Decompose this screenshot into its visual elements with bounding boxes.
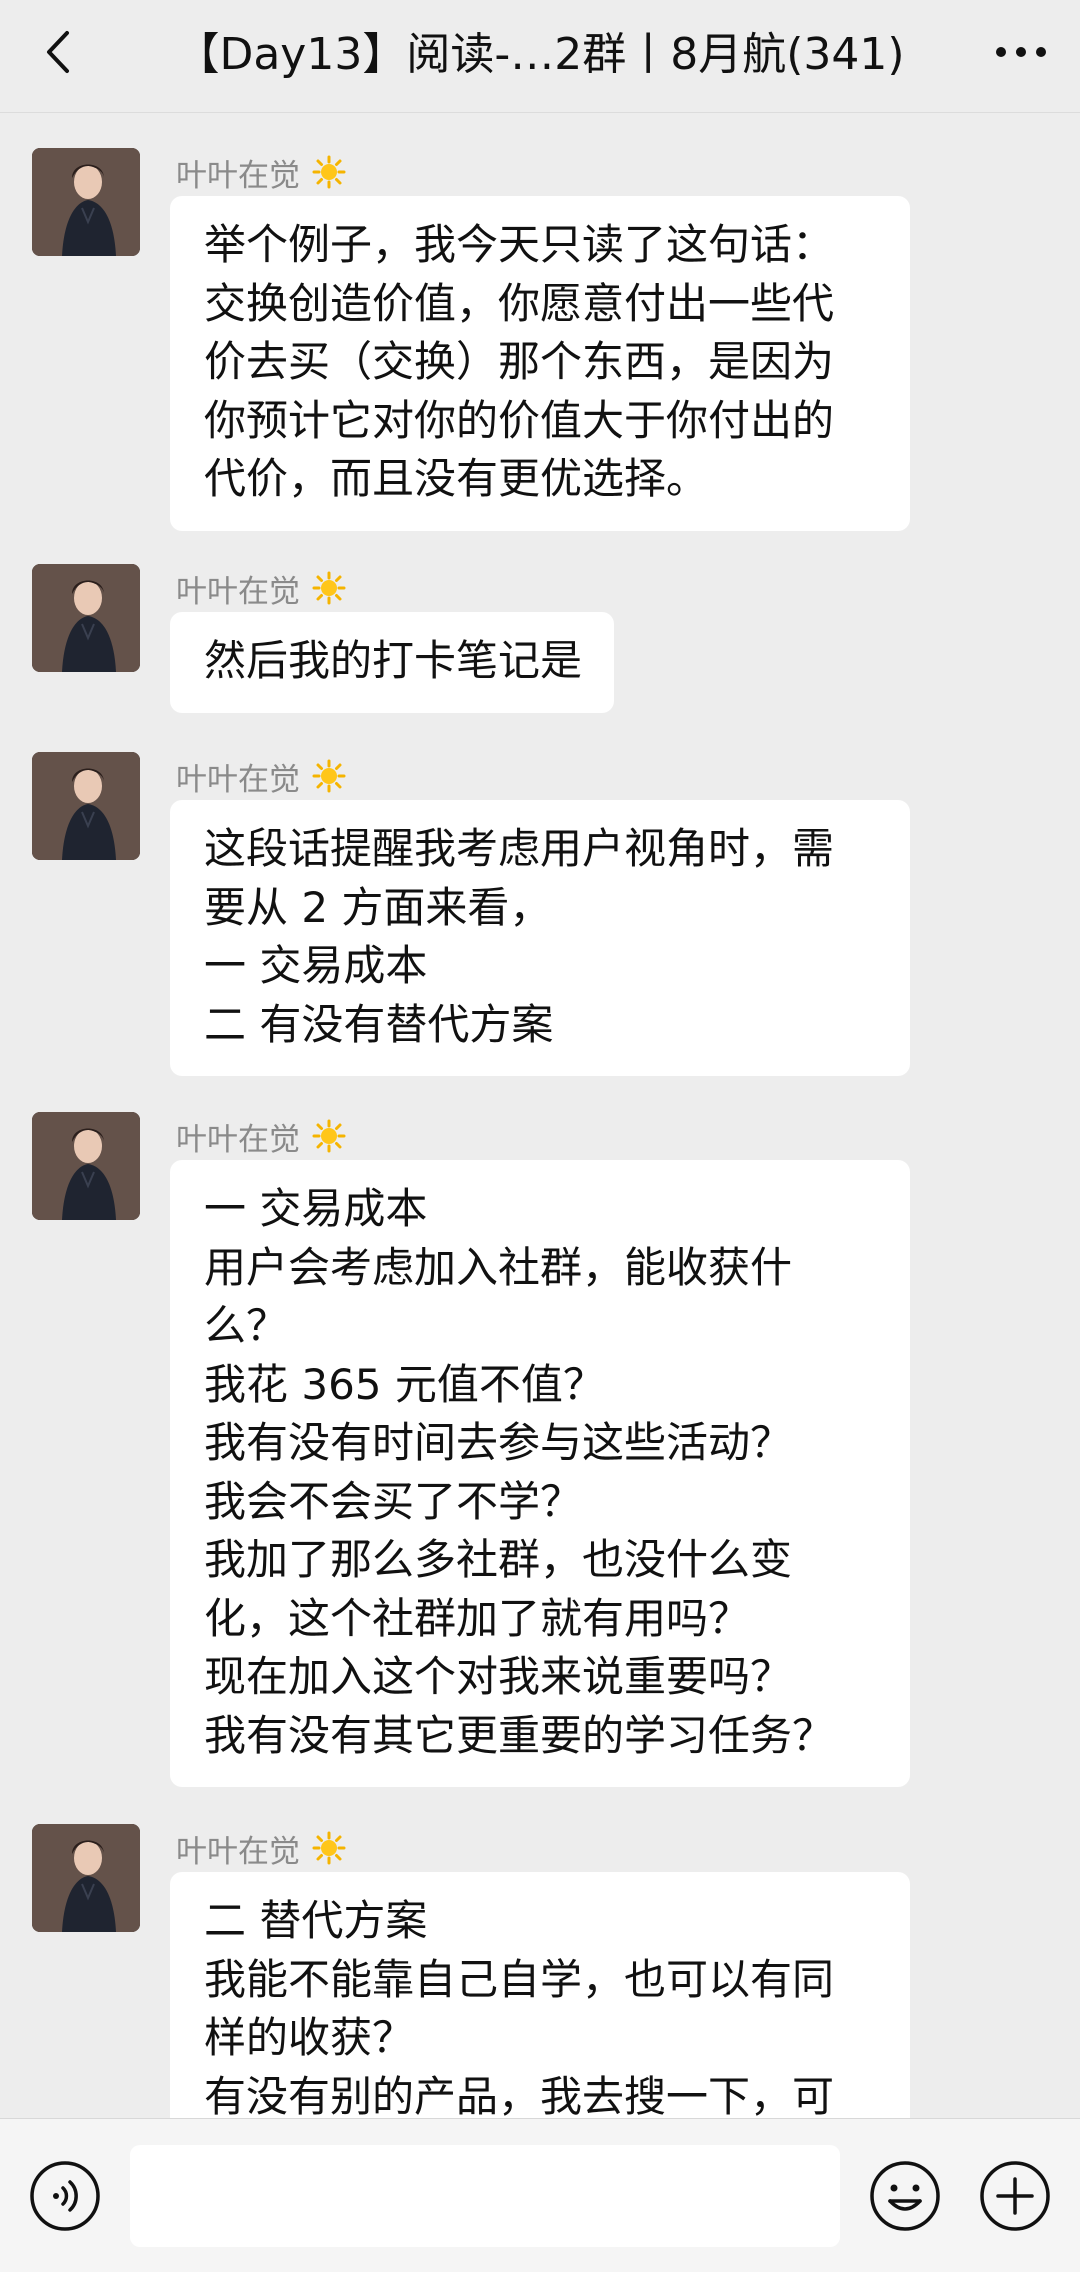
sender-name: 叶叶在觉 xyxy=(176,150,346,194)
emoji-button[interactable] xyxy=(868,2159,942,2233)
sender-label: 叶叶在觉 xyxy=(176,1833,300,1870)
sun-emoji-icon xyxy=(312,571,346,605)
avatar-image xyxy=(32,148,140,256)
avatar[interactable] xyxy=(32,1112,140,1220)
chat-header: 【Day13】阅读-…2群丨8月航(341) xyxy=(0,0,1080,113)
back-button[interactable] xyxy=(28,22,88,82)
message-bubble[interactable]: 二 替代方案 我能不能靠自己自学，也可以有同 样的收获？ 有没有别的产品，我去搜… xyxy=(170,1872,910,2118)
chat-title: 【Day13】阅读-…2群丨8月航(341) xyxy=(175,29,905,80)
message-bubble[interactable]: 然后我的打卡笔记是 xyxy=(170,612,615,713)
voice-input-button[interactable] xyxy=(28,2159,102,2233)
message-bubble[interactable]: 一 交易成本 用户会考虑加入社群，能收获什 么？ 我花 365 元值不值？ 我有… xyxy=(170,1160,910,1787)
emoji-icon xyxy=(870,2161,940,2231)
sender-label: 叶叶在觉 xyxy=(176,1121,300,1158)
message-input[interactable] xyxy=(130,2145,840,2247)
sun-emoji-icon xyxy=(312,1119,346,1153)
avatar[interactable] xyxy=(32,148,140,256)
sender-name: 叶叶在觉 xyxy=(176,1114,346,1158)
sender-name: 叶叶在觉 xyxy=(176,1826,346,1870)
avatar[interactable] xyxy=(32,564,140,672)
back-arrow-icon xyxy=(47,31,69,73)
sun-emoji-icon xyxy=(312,1831,346,1865)
more-dots-icon xyxy=(996,47,1046,57)
chat-screen: 【Day13】阅读-…2群丨8月航(341) 叶叶在觉 举个例子，我今天只读了这… xyxy=(0,0,1080,2272)
message-list[interactable]: 叶叶在觉 举个例子，我今天只读了这句话： 交换创造价值，你愿意付出一些代 价去买… xyxy=(0,112,1080,2118)
sun-emoji-icon xyxy=(312,759,346,793)
avatar[interactable] xyxy=(32,1824,140,1932)
sender-name: 叶叶在觉 xyxy=(176,566,346,610)
plus-icon xyxy=(980,2161,1050,2231)
sender-name: 叶叶在觉 xyxy=(176,754,346,798)
voice-icon xyxy=(30,2161,100,2231)
sun-emoji-icon xyxy=(312,155,346,189)
avatar-image xyxy=(32,564,140,672)
avatar-image xyxy=(32,1112,140,1220)
avatar-image xyxy=(32,752,140,860)
message-bubble[interactable]: 举个例子，我今天只读了这句话： 交换创造价值，你愿意付出一些代 价去买（交换）那… xyxy=(170,196,910,531)
message-composer xyxy=(0,2118,1080,2272)
sender-label: 叶叶在觉 xyxy=(176,157,300,194)
more-functions-button[interactable] xyxy=(978,2159,1052,2233)
sender-label: 叶叶在觉 xyxy=(176,573,300,610)
message-bubble[interactable]: 这段话提醒我考虑用户视角时，需 要从 2 方面来看， 一 交易成本 二 有没有替… xyxy=(170,800,910,1076)
more-options-button[interactable] xyxy=(986,22,1056,82)
sender-label: 叶叶在觉 xyxy=(176,761,300,798)
avatar[interactable] xyxy=(32,752,140,860)
avatar-image xyxy=(32,1824,140,1932)
